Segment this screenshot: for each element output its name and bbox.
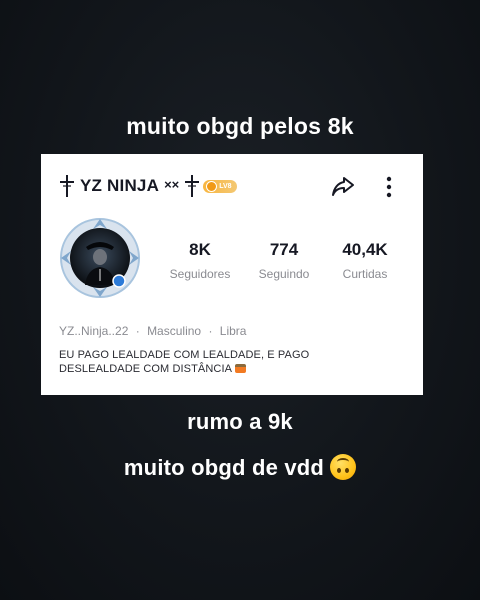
caption-goal-9k: rumo a 9k (187, 409, 293, 434)
profile-sign: Libra (219, 324, 247, 338)
stat-followers-label: Seguidores (169, 267, 231, 281)
stat-followers[interactable]: 8K Seguidores (165, 240, 235, 281)
profile-username: YZ NINJA (80, 176, 160, 195)
cross-symbol-icon (60, 175, 74, 197)
bio-line-2-wrap: DESLEALDADE COM DISTÂNCIA (59, 362, 399, 376)
coin-icon (206, 180, 218, 192)
share-button[interactable] (330, 173, 356, 199)
stat-likes-value: 40,4K (342, 240, 388, 259)
caption-thanks-8k: muito obgd pelos 8k (126, 113, 354, 139)
meta-separator: · (208, 324, 213, 338)
bio-line-2: DESLEALDADE COM DISTÂNCIA (59, 363, 233, 375)
level-badge: LV8 (203, 179, 237, 193)
upside-down-face-emoji-icon (330, 454, 357, 480)
profile-bio: EU PAGO LEALDADE COM LEALDADE, E PAGO DE… (59, 348, 399, 376)
cross-symbol-icon (185, 175, 200, 197)
caption-thanks-really-text: muito obgd de vdd (123, 455, 325, 480)
more-options-button[interactable] (381, 174, 397, 200)
stat-following-label: Seguindo (258, 267, 310, 281)
profile-handle: YZ..Ninja..22 (59, 324, 129, 338)
profile-meta-row: YZ..Ninja..22 · Masculino · Libra (59, 324, 246, 338)
name-decoration: ×× (164, 176, 180, 192)
stat-following[interactable]: 774 Seguindo (249, 240, 319, 281)
stat-likes-label: Curtidas (342, 267, 388, 281)
stat-likes[interactable]: 40,4K Curtidas (330, 240, 400, 281)
level-badge-label: LV8 (219, 182, 232, 190)
stat-followers-value: 8K (189, 240, 211, 259)
caption-thanks-really: muito obgd de vdd (0, 454, 480, 481)
profile-gender: Masculino (147, 324, 202, 338)
bio-line-1: EU PAGO LEALDADE COM LEALDADE, E PAGO (59, 349, 310, 361)
meta-separator: · (135, 324, 140, 338)
bio-emoji-icon (235, 364, 247, 373)
profile-name-row: YZ NINJA ×× LV8 (58, 173, 237, 199)
avatar[interactable] (59, 217, 141, 299)
profile-card: YZ NINJA ×× LV8 8K Seguidores 774 Seguin… (41, 154, 423, 395)
stat-following-value: 774 (269, 240, 299, 259)
